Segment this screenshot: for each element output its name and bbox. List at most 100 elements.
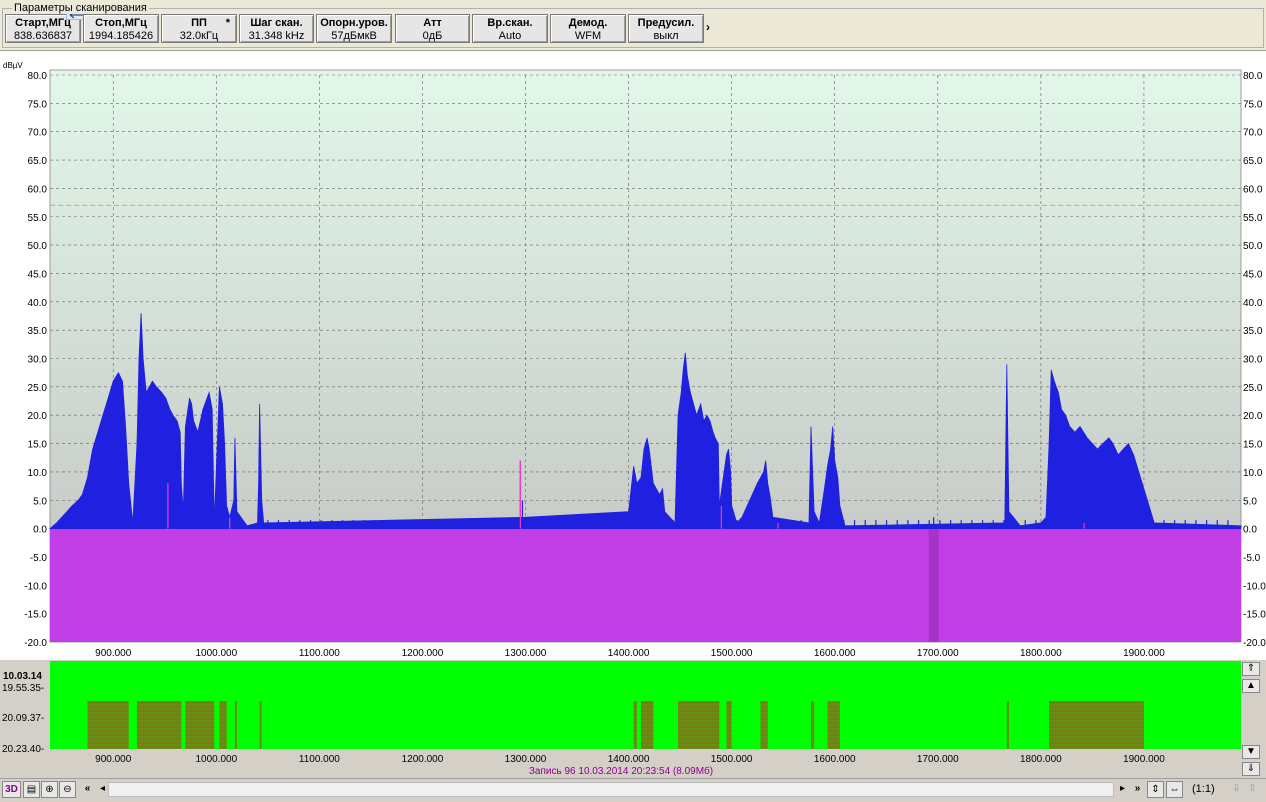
waterfall-band	[1006, 701, 1009, 749]
y-tick-label-right: 30.0	[1243, 355, 1263, 366]
print-icon[interactable]: ▤	[23, 781, 40, 798]
waterfall-x-tick-label: 900.000	[95, 754, 132, 765]
bandwidth-button[interactable]: * ПП 32.0кГц	[161, 14, 237, 43]
cursor-band	[928, 528, 939, 642]
waterfall-x-tick-label: 1600.000	[814, 754, 856, 765]
scroll-bottom-icon[interactable]: ⇓	[1242, 762, 1260, 776]
waterfall-x-tick-label: 1800.000	[1020, 754, 1062, 765]
zoom-ratio: (1:1)	[1192, 783, 1215, 795]
demodulation-button[interactable]: Демод. WFM	[550, 14, 626, 43]
scroll-down-icon[interactable]: ▼	[1242, 745, 1260, 759]
y-tick-label-left: 10.0	[28, 468, 48, 479]
y-tick-label-right: 65.0	[1243, 156, 1263, 167]
x-tick-label: 900.000	[95, 648, 132, 659]
fast-forward-icon[interactable]: »	[1129, 781, 1146, 798]
y-tick-label-right: 5.0	[1243, 496, 1257, 507]
waterfall-x-tick-label: 1900.000	[1123, 754, 1165, 765]
param-value: Auto	[498, 30, 522, 42]
y-tick-label-left: -15.0	[24, 610, 47, 621]
scan-step-button[interactable]: Шаг скан. 31.348 kHz	[239, 14, 314, 43]
param-value: 1994.185426	[88, 30, 154, 42]
y-tick-label-right: 20.0	[1243, 411, 1263, 422]
y-tick-label-right: 40.0	[1243, 298, 1263, 309]
waterfall-chart[interactable]: 10.03.14 19.55.35- 20.09.37- 20.23.40- 9…	[0, 660, 1242, 778]
waterfall-band	[87, 701, 129, 749]
y-tick-label-left: 50.0	[28, 241, 48, 252]
y-tick-label-left: 60.0	[28, 184, 48, 195]
horizontal-scrollbar[interactable]	[108, 782, 1114, 797]
fit-vertical-icon[interactable]: ⇕	[1147, 781, 1164, 798]
scan-parameters-panel: Параметры сканирования Старт,МГц 838.636…	[0, 0, 1266, 51]
waterfall-band	[1049, 701, 1144, 749]
y-tick-label-right: -5.0	[1243, 553, 1261, 564]
spectrum-chart[interactable]: 80.0 80.0 75.0 75.0 70.0 70.0 65.0 65.0 60.0 60.0…	[0, 51, 1266, 660]
scan-time-button[interactable]: Вр.скан. Auto	[472, 14, 548, 43]
x-tick-label: 1300.000	[505, 648, 547, 659]
y-tick-label-right: 10.0	[1243, 468, 1263, 479]
y-tick-label-right: 70.0	[1243, 128, 1263, 139]
waterfall-time: 20.23.40-	[2, 744, 44, 755]
scroll-top-icon[interactable]: ⇑	[1242, 662, 1260, 676]
negative-fill-area	[50, 528, 1241, 642]
param-value: 57дБмкВ	[331, 30, 377, 42]
stop-freq-button[interactable]: Стоп,МГц 1994.185426	[83, 14, 159, 43]
y-tick-label-left: 5.0	[33, 496, 47, 507]
zoom-in-icon[interactable]: ⊕	[41, 781, 58, 798]
param-label: Опорн.уров.	[320, 17, 388, 29]
recording-status: Запись 96 10.03.2014 20:23:54 (8.09Мб)	[529, 765, 713, 777]
waterfall-x-tick-label: 1200.000	[402, 754, 444, 765]
y-tick-label-left: -20.0	[24, 638, 47, 649]
scan-parameters-title: Параметры сканирования	[12, 2, 149, 14]
param-label: Предусил.	[637, 17, 695, 29]
param-label: Шаг скан.	[250, 17, 303, 29]
more-params-chevron-icon[interactable]: ›	[706, 20, 710, 34]
y-tick-label-right: -20.0	[1243, 638, 1266, 649]
y-tick-label-right: 25.0	[1243, 383, 1263, 394]
fit-horizontal-icon[interactable]: ⇔	[1166, 781, 1183, 798]
x-tick-label: 1500.000	[711, 648, 753, 659]
waterfall-x-tick-label: 1400.000	[608, 754, 650, 765]
y-tick-label-right: 80.0	[1243, 71, 1263, 82]
waterfall-band	[234, 701, 237, 749]
x-tick-label: 1000.000	[195, 648, 237, 659]
waterfall-x-tick-label: 1300.000	[505, 754, 547, 765]
redo-icon[interactable]: ⇧	[1244, 781, 1261, 798]
y-tick-label-left: -5.0	[30, 553, 48, 564]
x-tick-label: 1400.000	[608, 648, 650, 659]
waterfall-band	[633, 701, 637, 749]
spectrum-chart-area[interactable]: 80.0 80.0 75.0 75.0 70.0 70.0 65.0 65.0 60.0 60.0…	[0, 51, 1266, 660]
zoom-out-icon[interactable]: ⊖	[59, 781, 76, 798]
waterfall-x-tick-label: 1000.000	[195, 754, 237, 765]
waterfall-time: 20.09.37-	[2, 713, 44, 724]
waterfall-band	[259, 701, 262, 749]
y-tick-label-right: 0.0	[1243, 525, 1257, 536]
param-label: Атт	[423, 17, 442, 29]
waterfall-band	[219, 701, 227, 749]
waterfall-band	[760, 701, 768, 749]
y-tick-label-left: 80.0	[28, 71, 48, 82]
x-axis-ticks: 900.000 1000.000 1100.000 1200.000 1300.000 1…	[95, 648, 1165, 659]
attenuator-button[interactable]: Атт 0дБ	[395, 14, 470, 43]
y-tick-label-right: -10.0	[1243, 581, 1266, 592]
modified-marker: *	[225, 17, 230, 29]
y-tick-label-right: 75.0	[1243, 99, 1263, 110]
y-tick-label-right: 55.0	[1243, 213, 1263, 224]
y-tick-label-left: 15.0	[28, 440, 48, 451]
x-tick-label: 1200.000	[402, 648, 444, 659]
preamp-button[interactable]: Предусил. выкл	[628, 14, 704, 43]
y-tick-label-left: 55.0	[28, 213, 48, 224]
y-tick-label-left: 45.0	[28, 269, 48, 280]
waterfall-panel: 10.03.14 19.55.35- 20.09.37- 20.23.40- 9…	[0, 660, 1266, 778]
scroll-up-icon[interactable]: ▲	[1242, 679, 1260, 693]
y-tick-label-right: 35.0	[1243, 326, 1263, 337]
undo-icon[interactable]: ⇩	[1228, 781, 1245, 798]
x-tick-label: 1600.000	[814, 648, 856, 659]
below-zero-fill	[50, 528, 1241, 642]
param-label: Демод.	[568, 17, 608, 29]
3d-view-button[interactable]: 3D	[2, 781, 21, 798]
y-tick-label-right: 50.0	[1243, 241, 1263, 252]
reference-level-button[interactable]: Опорн.уров. 57дБмкВ	[316, 14, 392, 43]
param-value: WFM	[574, 30, 602, 42]
y-tick-label-left: 35.0	[28, 326, 48, 337]
waterfall-band	[185, 701, 215, 749]
